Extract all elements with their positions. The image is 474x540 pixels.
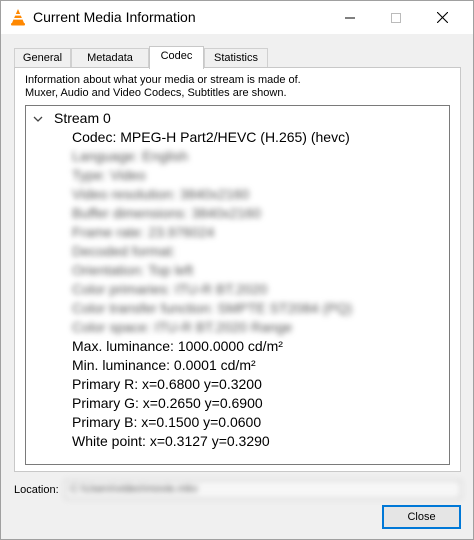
codec-tree[interactable]: Stream 0 Codec: MPEG-H Part2/HEVC (H.265… bbox=[25, 105, 450, 465]
tab-metadata[interactable]: Metadata bbox=[71, 48, 149, 67]
info-line-2: Muxer, Audio and Video Codecs, Subtitles… bbox=[25, 87, 287, 99]
close-icon bbox=[436, 12, 448, 23]
codec-panel: Information about what your media or str… bbox=[14, 67, 461, 472]
media-info-window: Current Media Information General Metada… bbox=[0, 0, 474, 540]
tab-codec[interactable]: Codec bbox=[149, 46, 204, 69]
stream-node[interactable]: Stream 0 bbox=[32, 109, 111, 128]
blurred-row[interactable]: Color space: ITU-R BT.2020 Range bbox=[72, 318, 292, 337]
min-luminance-row[interactable]: Min. luminance: 0.0001 cd/m² bbox=[72, 356, 256, 375]
close-button[interactable]: Close bbox=[382, 505, 461, 529]
tab-general[interactable]: General bbox=[14, 48, 71, 67]
codec-description: Information about what your media or str… bbox=[25, 74, 445, 100]
blurred-row[interactable]: Video resolution: 3840x2160 bbox=[72, 185, 249, 204]
close-window-button[interactable] bbox=[419, 1, 465, 34]
primary-r-row[interactable]: Primary R: x=0.6800 y=0.3200 bbox=[72, 375, 262, 394]
blurred-row[interactable]: Type: Video bbox=[72, 166, 146, 185]
location-field[interactable]: C:\Users\video\movie.mkv bbox=[65, 480, 461, 499]
stream-label: Stream 0 bbox=[54, 110, 111, 126]
codec-row[interactable]: Codec: MPEG-H Part2/HEVC (H.265) (hevc) bbox=[72, 128, 350, 147]
window-title: Current Media Information bbox=[33, 9, 196, 25]
blurred-row[interactable]: Language: English bbox=[72, 147, 188, 166]
blurred-row[interactable]: Color primaries: ITU-R BT.2020 bbox=[72, 280, 267, 299]
minimize-icon bbox=[345, 17, 355, 18]
blurred-row[interactable]: Decoded format: bbox=[72, 242, 176, 261]
primary-b-row[interactable]: Primary B: x=0.1500 y=0.0600 bbox=[72, 413, 261, 432]
chevron-down-icon[interactable] bbox=[32, 113, 44, 125]
maximize-button[interactable] bbox=[373, 1, 419, 34]
title-bar[interactable]: Current Media Information bbox=[1, 1, 473, 34]
tab-statistics[interactable]: Statistics bbox=[204, 48, 268, 67]
location-label: Location: bbox=[14, 484, 59, 496]
blurred-row[interactable]: Color transfer function: SMPTE ST2084 (P… bbox=[72, 299, 352, 318]
blurred-row[interactable]: Frame rate: 23.976024 bbox=[72, 223, 214, 242]
max-luminance-row[interactable]: Max. luminance: 1000.0000 cd/m² bbox=[72, 337, 283, 356]
white-point-row[interactable]: White point: x=0.3127 y=0.3290 bbox=[72, 432, 270, 451]
vlc-cone-icon bbox=[11, 9, 25, 26]
info-line-1: Information about what your media or str… bbox=[25, 74, 301, 86]
blurred-row[interactable]: Buffer dimensions: 3840x2160 bbox=[72, 204, 261, 223]
maximize-icon bbox=[391, 12, 401, 23]
minimize-button[interactable] bbox=[327, 1, 373, 34]
blurred-row[interactable]: Orientation: Top left bbox=[72, 261, 193, 280]
primary-g-row[interactable]: Primary G: x=0.2650 y=0.6900 bbox=[72, 394, 263, 413]
